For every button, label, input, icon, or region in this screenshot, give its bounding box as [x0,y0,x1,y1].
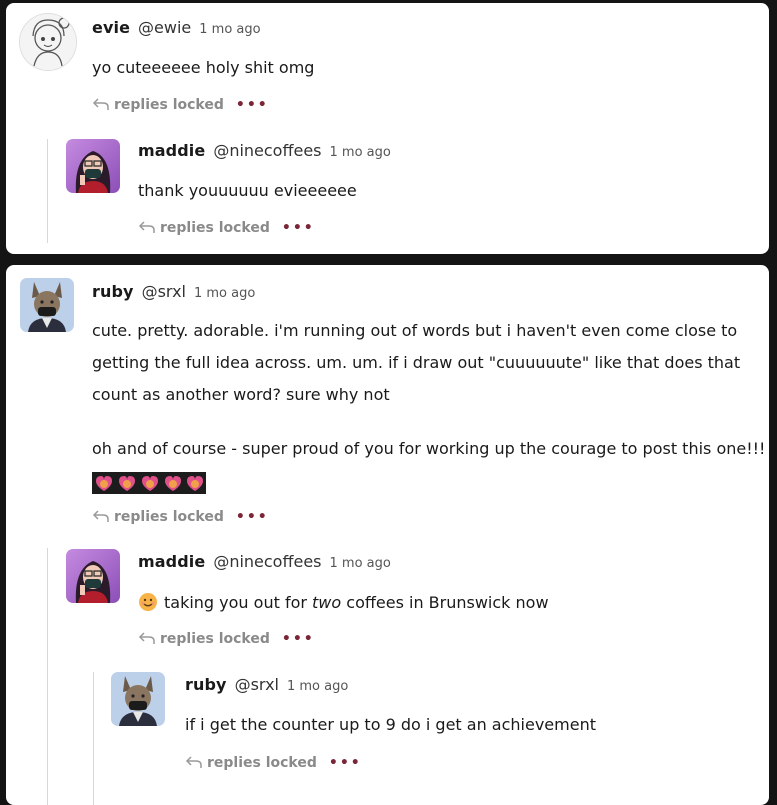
comment-card: evie @ewie 1 mo ago yo cuteeeeee holy shit… [6,3,769,254]
comment-header: maddie @ninecoffees 1 mo ago [138,141,391,165]
avatar-maddie[interactable] [66,139,120,193]
comment-actions: replies locked ••• [138,631,315,651]
user-handle[interactable]: @srxl [142,282,186,301]
timestamp[interactable]: 1 mo ago [199,22,260,37]
comment-text-line: getting the full idea across. um. um. if… [92,353,741,372]
comment-text: taking you out for [164,593,313,612]
smiling-face-emoji [139,593,157,611]
comment-card: ruby @srxl 1 mo ago cute. pretty. adorable… [6,265,769,805]
comment-text-line: oh and of course - super proud of you fo… [92,439,766,458]
avatar-ruby-image [111,672,165,726]
username[interactable]: evie [92,18,130,37]
comment-body: cute. pretty. adorable. i'm running out … [92,315,766,465]
user-handle[interactable]: @srxl [235,675,279,694]
avatar-maddie[interactable] [66,549,120,603]
comment-actions: replies locked ••• [185,755,362,775]
username[interactable]: maddie [138,141,205,160]
username[interactable]: ruby [185,675,227,694]
timestamp[interactable]: 1 mo ago [194,286,255,301]
timestamp[interactable]: 1 mo ago [287,679,348,694]
comment-header: evie @ewie 1 mo ago [92,18,261,42]
timestamp[interactable]: 1 mo ago [330,556,391,571]
more-dots-icon[interactable]: ••• [236,509,269,525]
more-dots-icon[interactable]: ••• [282,220,315,236]
comment-actions: replies locked ••• [92,509,269,529]
avatar-maddie-image [66,139,120,193]
avatar-ruby-image [20,278,74,332]
replies-locked-label: replies locked [114,509,224,525]
avatar-evie-image [20,14,76,70]
replies-locked-label: replies locked [160,631,270,647]
thread-line [47,548,48,805]
avatar-ruby[interactable] [20,278,74,332]
user-handle[interactable]: @ewie [138,18,191,37]
reply-arrow-icon [185,756,202,768]
more-dots-icon[interactable]: ••• [282,631,315,647]
thread-line [47,139,48,243]
heart-emoji-icons [92,472,206,494]
username[interactable]: maddie [138,552,205,571]
comment-body: if i get the counter up to 9 do i get an… [185,709,596,741]
comment-header: ruby @srxl 1 mo ago [185,675,348,699]
comment-text-line: thank youuuuuu evieeeeee [138,181,357,200]
avatar-ruby[interactable] [111,672,165,726]
avatar-evie[interactable] [20,14,76,70]
username[interactable]: ruby [92,282,134,301]
user-handle[interactable]: @ninecoffees [213,552,321,571]
comment-actions: replies locked ••• [138,220,315,240]
reply-arrow-icon [138,632,155,644]
user-handle[interactable]: @ninecoffees [213,141,321,160]
comment-text: coffees in Brunswick now [341,593,549,612]
replies-locked-label: replies locked [207,755,317,771]
heart-emoji-row [92,472,206,494]
comment-body: thank youuuuuu evieeeeee [138,175,357,207]
replies-locked-label: replies locked [114,97,224,113]
more-dots-icon[interactable]: ••• [236,97,269,113]
comment-body: taking you out for two coffees in Brunsw… [138,587,549,619]
comment-text-line: count as another word? sure why not [92,385,390,404]
timestamp[interactable]: 1 mo ago [330,145,391,160]
comment-actions: replies locked ••• [92,97,269,117]
comment-text-line: yo cuteeeeee holy shit omg [92,58,315,77]
more-dots-icon[interactable]: ••• [329,755,362,771]
reply-arrow-icon [92,510,109,522]
reply-arrow-icon [138,221,155,233]
replies-locked-label: replies locked [160,220,270,236]
comment-text-line: if i get the counter up to 9 do i get an… [185,715,596,734]
comment-header: ruby @srxl 1 mo ago [92,282,255,306]
comment-text-line: cute. pretty. adorable. i'm running out … [92,321,738,340]
comment-text-emphasis: two [312,593,342,612]
thread-line [93,672,94,805]
reply-arrow-icon [92,98,109,110]
comment-header: maddie @ninecoffees 1 mo ago [138,552,391,576]
comment-body: yo cuteeeeee holy shit omg [92,52,314,84]
avatar-maddie-image [66,549,120,603]
